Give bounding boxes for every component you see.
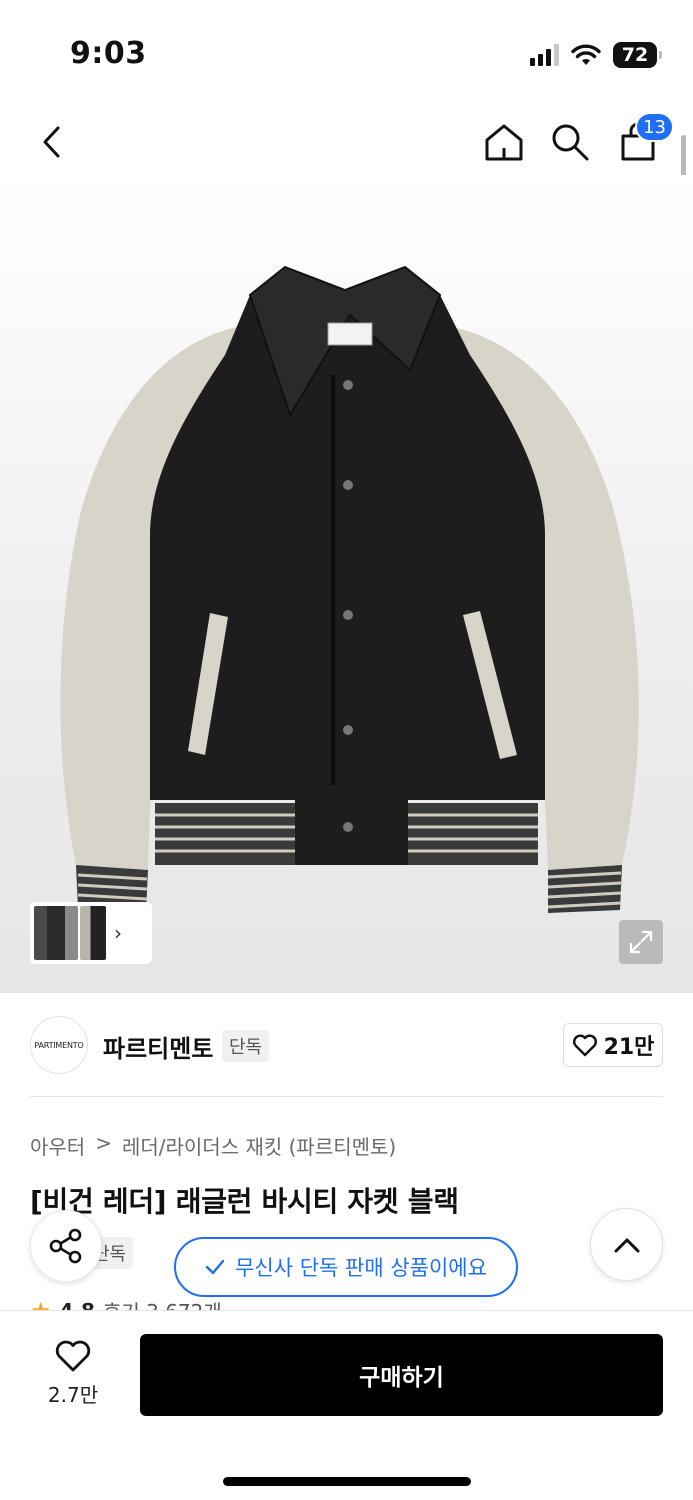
jacket-illustration [60, 265, 639, 913]
share-icon [49, 1228, 82, 1264]
brand-like-button[interactable]: 21만 [563, 1023, 663, 1067]
battery-indicator: 72 [613, 42, 662, 68]
brand-like-count: 21만 [603, 1035, 655, 1060]
check-icon [205, 1259, 225, 1275]
brand-name[interactable]: 파르티멘토 [103, 1029, 213, 1064]
thumbnail-jacket[interactable] [80, 906, 106, 960]
breadcrumb-subcategory[interactable]: 레더/라이더스 재킷 (파르티멘토) [122, 1131, 396, 1160]
cart-count-badge: 13 [635, 112, 674, 142]
heart-icon [572, 1034, 597, 1057]
bottom-action-bar: 2.7만 구매하기 [0, 1310, 693, 1500]
wishlist-button[interactable]: 2.7만 [30, 1339, 116, 1413]
scroll-top-button[interactable] [590, 1208, 663, 1281]
search-button[interactable] [546, 118, 594, 166]
status-time: 9:03 [70, 36, 147, 71]
wishlist-count: 2.7만 [47, 1383, 99, 1407]
search-icon [552, 124, 589, 161]
exclusive-tag: 단독 [222, 1030, 270, 1062]
product-title: [비건 레더] 래글런 바시티 자켓 블랙 [30, 1185, 459, 1218]
breadcrumb-category[interactable]: 아우터 [30, 1131, 85, 1160]
divider [30, 1096, 663, 1097]
status-bar: 9:03 72 [0, 0, 693, 100]
breadcrumb-separator: > [95, 1131, 112, 1155]
back-icon [43, 126, 60, 158]
chevron-up-icon [614, 1238, 639, 1252]
chevron-right-icon[interactable]: › [114, 921, 122, 945]
status-icons: 72 [530, 40, 662, 70]
cart-button[interactable]: 13 [614, 112, 674, 166]
wifi-icon [571, 44, 601, 65]
thumbnail-strip[interactable]: › [30, 902, 152, 964]
toast-text: 무신사 단독 판매 상품이에요 [235, 1256, 487, 1280]
breadcrumb: 아우터 > 레더/라이더스 재킷 (파르티멘토) [30, 1131, 396, 1160]
home-button[interactable] [480, 118, 528, 166]
buy-button[interactable]: 구매하기 [140, 1334, 663, 1416]
home-indicator[interactable] [223, 1477, 471, 1486]
share-button[interactable] [30, 1210, 102, 1282]
brand-row: PARTIMENTO 파르티멘토 단독 21만 [30, 1015, 663, 1075]
exclusive-toast: 무신사 단독 판매 상품이에요 [174, 1237, 518, 1297]
cellular-signal-icon [530, 44, 559, 66]
heart-icon [55, 1340, 91, 1372]
expand-image-button[interactable] [619, 920, 663, 964]
home-icon [485, 124, 523, 161]
back-button[interactable] [28, 118, 76, 166]
thumbnail-model[interactable] [34, 906, 78, 960]
product-image[interactable] [0, 175, 693, 993]
top-navigation: 13 [0, 110, 693, 172]
expand-icon [629, 930, 653, 954]
brand-logo[interactable]: PARTIMENTO [30, 1016, 88, 1074]
